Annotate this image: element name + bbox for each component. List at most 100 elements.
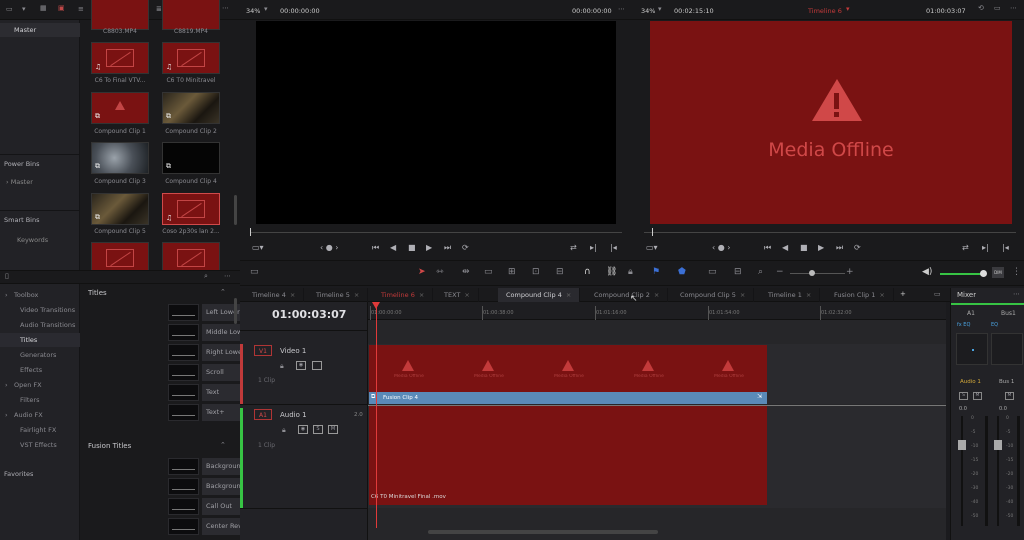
timeline-tab[interactable]: Compound Clip 4 ×	[498, 288, 581, 302]
source-viewer-screen[interactable]	[256, 21, 616, 224]
trim-tool-icon[interactable]: ⇿	[436, 267, 444, 277]
clip-thumbnail[interactable]: ♫	[162, 42, 220, 74]
dim-icon[interactable]: DIM	[992, 267, 1004, 278]
blade-tool-icon[interactable]: ▭	[484, 267, 493, 277]
close-tab-icon[interactable]: ×	[290, 291, 295, 299]
snapping-icon[interactable]: ∩	[584, 267, 591, 277]
flag-icon[interactable]: ⚑	[652, 267, 660, 277]
timeline-timecode[interactable]: 01:00:03:07	[272, 308, 346, 321]
auto-select-icon[interactable]: ◉	[298, 425, 308, 434]
effects-tree-item[interactable]: VST Effects	[0, 438, 80, 452]
go-to-end-icon[interactable]: ⏭	[836, 243, 843, 253]
jog-icon[interactable]: ‹ ● ›	[320, 243, 338, 252]
viewer-options-icon[interactable]: ⋯	[1010, 4, 1017, 12]
source-zoom[interactable]: 34%	[246, 7, 260, 15]
timeline-tab[interactable]: Timeline 1 ×	[760, 288, 821, 302]
pan-control-ch2[interactable]	[991, 333, 1023, 365]
match-frame-icon[interactable]: ⇄	[570, 243, 577, 252]
effects-tree-item[interactable]: Fairlight FX	[0, 423, 80, 437]
zoom-out-icon[interactable]: −	[776, 267, 784, 277]
timeline-name[interactable]: Timeline 6	[808, 7, 842, 15]
more-icon[interactable]: ⋯	[224, 272, 231, 280]
source-scrubber[interactable]	[250, 232, 622, 233]
add-tab-icon[interactable]: +	[900, 290, 906, 298]
program-zoom-dropdown-icon[interactable]: ▾	[658, 5, 662, 13]
dynamic-trim-icon[interactable]: ⇹	[462, 267, 470, 277]
flag-icon[interactable]: ▣	[58, 4, 65, 12]
volume-slider[interactable]	[940, 273, 982, 275]
program-playhead[interactable]	[652, 228, 653, 236]
metadata-view-icon[interactable]: ≣	[156, 5, 162, 13]
audio-clip[interactable]: C6 T0 Minitravel Final .mov	[369, 406, 767, 505]
audio-track-id[interactable]: A1	[254, 409, 272, 420]
audio-track-name[interactable]: Audio 1	[280, 411, 307, 419]
clip-thumbnail[interactable]: ⧉	[162, 92, 220, 124]
timeline-tab[interactable]: Timeline 4 ×	[244, 288, 305, 302]
stop-icon[interactable]: ■	[408, 243, 416, 252]
effects-tree-item[interactable]: › Open FX	[0, 378, 80, 392]
close-tab-icon[interactable]: ×	[806, 291, 811, 299]
playhead-handle[interactable]	[372, 302, 380, 309]
timeline-dropdown-icon[interactable]: ▾	[846, 5, 850, 13]
clip-thumbnail-selected[interactable]: ♫	[162, 193, 220, 225]
mute-icon[interactable]: M	[328, 425, 338, 434]
collapse-icon[interactable]: ⌃	[220, 288, 226, 296]
close-tab-icon[interactable]: ×	[566, 291, 571, 299]
video-clip-offline[interactable]: Media Offline Media Offline Media Offline M…	[369, 345, 767, 392]
source-zoom-dropdown-icon[interactable]: ▾	[264, 5, 268, 13]
auto-select-icon[interactable]: ◉	[296, 361, 306, 370]
dropdown-icon[interactable]: ▾	[22, 5, 26, 13]
fader-ch1[interactable]	[958, 440, 966, 450]
effects-tree-item[interactable]: Filters	[0, 393, 80, 407]
go-to-end-icon[interactable]: ⏭	[444, 243, 451, 253]
lock-icon[interactable]: 🔒︎	[282, 426, 286, 435]
close-tab-icon[interactable]: ×	[419, 291, 424, 299]
video-track-id[interactable]: V1	[254, 345, 272, 356]
program-scrubber[interactable]	[644, 232, 1016, 233]
mark-out-icon[interactable]: |◂	[610, 243, 617, 252]
timeline-tab[interactable]: Compound Clip 5 ×	[672, 288, 755, 302]
replace-clip-icon[interactable]: ⊟	[556, 267, 564, 277]
sync-icon[interactable]: ⟲	[978, 4, 984, 12]
grid-small-icon[interactable]: ▦	[40, 4, 47, 12]
mark-in-icon[interactable]: ▸|	[590, 243, 597, 252]
source-playhead[interactable]	[250, 228, 251, 236]
play-reverse-icon[interactable]: ◀	[390, 243, 396, 252]
viewer-size-icon[interactable]: ▭▾	[252, 243, 264, 252]
more-icon[interactable]: ⋮	[1012, 267, 1021, 277]
timeline-canvas[interactable]: Media Offline Media Offline Media Offline M…	[368, 294, 946, 540]
jog-icon[interactable]: ‹ ● ›	[712, 243, 730, 252]
effects-tree-item[interactable]: Titles	[0, 333, 80, 347]
clip-thumbnail[interactable]: ♫	[91, 42, 149, 74]
close-tab-icon[interactable]: ×	[879, 291, 884, 299]
effects-scrollbar[interactable]	[234, 298, 237, 324]
solo-icon[interactable]: S	[313, 425, 323, 434]
zoom-detail-icon[interactable]: ⊟	[734, 267, 742, 277]
play-reverse-icon[interactable]: ◀	[782, 243, 788, 252]
viewer-mode-icon[interactable]: ▭	[994, 4, 1001, 12]
program-zoom[interactable]: 34%	[641, 7, 655, 15]
smart-bin-keywords[interactable]: Keywords	[17, 236, 48, 244]
panel-toggle-icon[interactable]: ▯	[5, 272, 9, 280]
speaker-icon[interactable]: ◀)	[922, 267, 932, 277]
timeline-tab[interactable]: Compound Clip 2 ×	[586, 288, 669, 302]
lock-icon[interactable]: 🔒︎	[280, 362, 284, 371]
play-icon[interactable]: ▶	[818, 243, 824, 252]
effects-tree-item[interactable]: › Toolbox	[0, 288, 80, 302]
loop-icon[interactable]: ⟳	[854, 243, 861, 252]
timeline-tab[interactable]: Fusion Clip 1 ×	[826, 288, 894, 302]
mark-in-icon[interactable]: ▸|	[982, 243, 989, 252]
eq-icon[interactable]: EQ	[991, 322, 998, 328]
fusion-clip[interactable]: ⧉ Fusion Clip 4 ⇲	[369, 392, 767, 404]
effects-tree-item[interactable]: Video Transitions	[0, 303, 80, 317]
selection-tool-icon[interactable]: ➤	[418, 267, 426, 277]
pan-control-ch1[interactable]	[956, 333, 988, 365]
close-tab-icon[interactable]: ×	[740, 291, 745, 299]
timeline-tab[interactable]: Timeline 6 ×	[373, 288, 434, 302]
power-bin-master[interactable]: › Master	[6, 178, 33, 186]
more-icon[interactable]: ⋯	[1013, 290, 1020, 298]
close-tab-icon[interactable]: ×	[354, 291, 359, 299]
volume-slider-handle[interactable]	[980, 270, 987, 277]
collapse-icon[interactable]: ⌃	[220, 441, 226, 449]
go-to-start-icon[interactable]: ⏮	[372, 243, 379, 253]
